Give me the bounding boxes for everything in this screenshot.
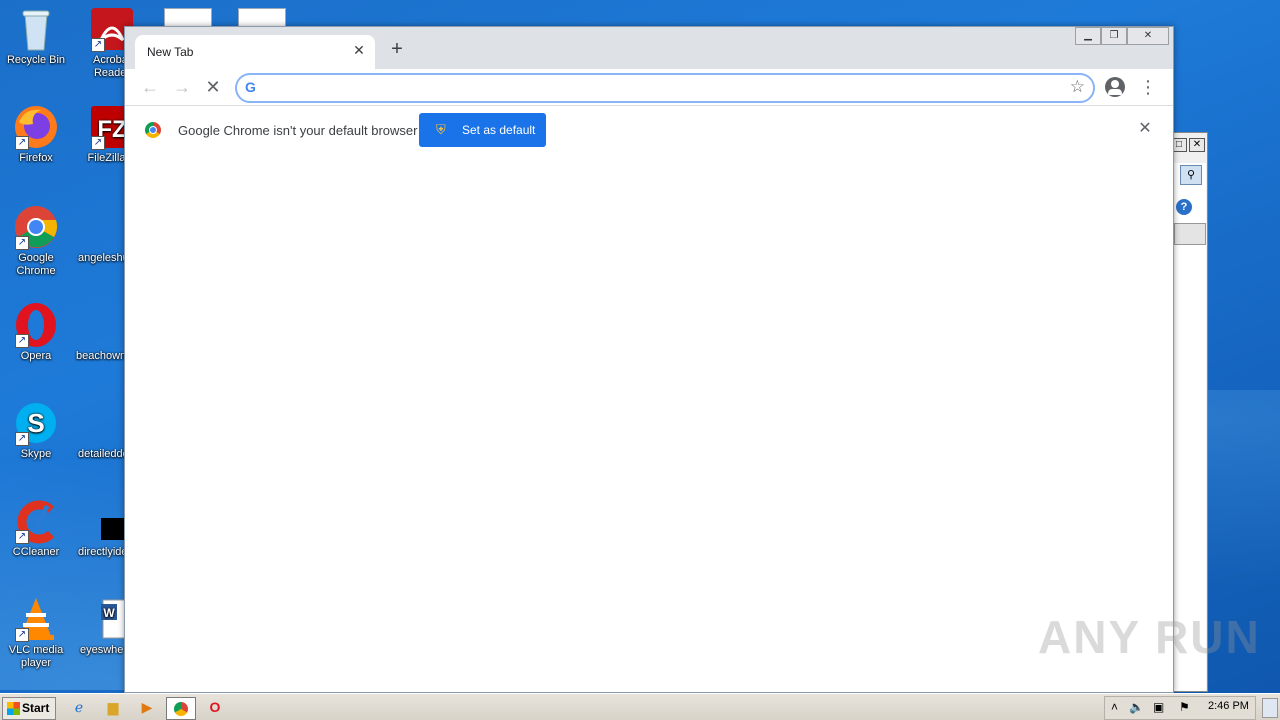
desktop-icon-label: VLC media player <box>8 644 64 669</box>
network-icon[interactable]: ▣ <box>1153 700 1164 714</box>
background-window-button[interactable] <box>1174 223 1206 245</box>
taskbar-opera-icon[interactable]: O <box>204 697 226 718</box>
desktop-icon-opera[interactable]: ↗ Opera <box>0 302 72 363</box>
opera-icon: ↗ <box>13 302 59 348</box>
desktop-icon-label: Google Chrome <box>16 252 56 277</box>
media-player-icon[interactable]: ▶ <box>136 697 158 718</box>
windows-flag-icon <box>7 702 20 716</box>
back-arrow-icon[interactable]: ← <box>138 75 162 99</box>
desktop-icon-label: Firefox <box>19 152 53 164</box>
address-input[interactable] <box>267 78 1051 98</box>
shortcut-arrow-icon: ↗ <box>15 530 29 544</box>
start-button[interactable]: Start <box>2 697 56 720</box>
tab-title: New Tab <box>147 45 194 59</box>
taskbar-chrome-icon[interactable] <box>166 697 196 720</box>
new-tab-plus-icon[interactable]: + <box>387 39 407 59</box>
shortcut-arrow-icon: ↗ <box>91 136 105 150</box>
profile-avatar-icon[interactable] <box>1105 77 1125 97</box>
svg-text:W: W <box>103 606 115 620</box>
help-icon[interactable]: ? <box>1176 199 1192 215</box>
action-center-flag-icon[interactable]: ⚑ <box>1179 700 1190 714</box>
omnibox[interactable]: G ☆ <box>235 73 1095 103</box>
shortcut-arrow-icon: ↗ <box>15 136 29 150</box>
shortcut-arrow-icon: ↗ <box>91 38 105 52</box>
internet-explorer-icon[interactable]: ℯ <box>68 697 90 718</box>
word-document-icon[interactable] <box>164 8 212 28</box>
shortcut-arrow-icon: ↗ <box>15 236 29 250</box>
clock[interactable]: 2:46 PM <box>1208 700 1249 712</box>
close-icon[interactable]: ✕ <box>351 42 367 58</box>
skype-icon: S ↗ <box>13 400 59 446</box>
shortcut-arrow-icon: ↗ <box>15 334 29 348</box>
taskbar: Start ℯ ▆ ▶ O ˄ 🔈 ▣ ⚑ 2:46 PM <box>0 693 1280 720</box>
ccleaner-icon: ↗ <box>13 498 59 544</box>
watermark: ANY RUN <box>1038 611 1261 663</box>
infobar-close-icon[interactable]: ✕ <box>1137 121 1153 137</box>
word-document-icon[interactable] <box>238 8 286 28</box>
show-hidden-icons-icon[interactable]: ˄ <box>1111 700 1118 714</box>
desktop-icon-label: CCleaner <box>12 546 60 558</box>
firefox-icon: ↗ <box>13 104 59 150</box>
shortcut-arrow-icon: ↗ <box>15 432 29 446</box>
desktop-icon-vlc[interactable]: ↗ VLC media player <box>0 596 72 670</box>
set-as-default-label: Set as default <box>462 123 536 137</box>
desktop-icon-recycle-bin[interactable]: Recycle Bin <box>0 6 72 67</box>
search-icon[interactable]: ⚲ <box>1180 165 1202 185</box>
close-icon[interactable]: ✕ <box>1189 138 1205 152</box>
desktop-icon-skype[interactable]: S ↗ Skype <box>0 400 72 461</box>
forward-arrow-icon[interactable]: → <box>170 75 194 99</box>
set-as-default-button[interactable]: ⛨ Set as default <box>419 113 546 147</box>
tab-new-tab[interactable]: New Tab ✕ <box>135 35 375 69</box>
stop-loading-icon[interactable]: ✕ <box>201 75 225 99</box>
desktop-icon-google-chrome[interactable]: ↗ Google Chrome <box>0 204 72 278</box>
more-menu-icon[interactable]: ⋮ <box>1139 75 1157 99</box>
maximize-icon[interactable]: ❐ <box>1101 27 1127 45</box>
file-explorer-icon[interactable]: ▆ <box>102 697 124 718</box>
volume-icon[interactable]: 🔈 <box>1129 700 1144 714</box>
desktop-icon-label: Recycle Bin <box>6 54 66 66</box>
google-g-icon: G <box>245 79 256 95</box>
vlc-cone-icon: ↗ <box>13 596 59 642</box>
page-content[interactable] <box>125 156 1173 692</box>
desktop-icon-ccleaner[interactable]: ↗ CCleaner <box>0 498 72 559</box>
bookmark-star-icon[interactable]: ☆ <box>1070 77 1085 97</box>
title-bar[interactable]: New Tab ✕ + ▁ ❐ ✕ <box>125 27 1173 69</box>
toolbar: ← → ✕ G ☆ ⋮ <box>125 69 1173 105</box>
minimize-icon[interactable]: ▁ <box>1075 27 1101 45</box>
desktop-icon-label: Opera <box>20 350 52 362</box>
svg-text:S: S <box>27 408 44 438</box>
show-desktop-button[interactable] <box>1262 698 1278 718</box>
desktop-icon-label: Skype <box>20 448 52 460</box>
chrome-logo-icon <box>145 122 161 138</box>
start-label: Start <box>22 701 50 715</box>
infobar-message: Google Chrome isn't your default browser <box>178 123 418 138</box>
chrome-window[interactable]: New Tab ✕ + ▁ ❐ ✕ ← → ✕ G ☆ ⋮ Google Chr… <box>124 26 1174 693</box>
recycle-bin-icon <box>13 6 59 52</box>
background-window[interactable]: □ ✕ ⚲ ? <box>1168 132 1208 692</box>
close-icon[interactable]: ✕ <box>1127 27 1169 45</box>
desktop-icon-firefox[interactable]: ↗ Firefox <box>0 104 72 165</box>
default-browser-infobar: Google Chrome isn't your default browser… <box>125 105 1173 157</box>
shortcut-arrow-icon: ↗ <box>15 628 29 642</box>
chrome-icon: ↗ <box>13 204 59 250</box>
uac-shield-icon: ⛨ <box>436 122 446 137</box>
